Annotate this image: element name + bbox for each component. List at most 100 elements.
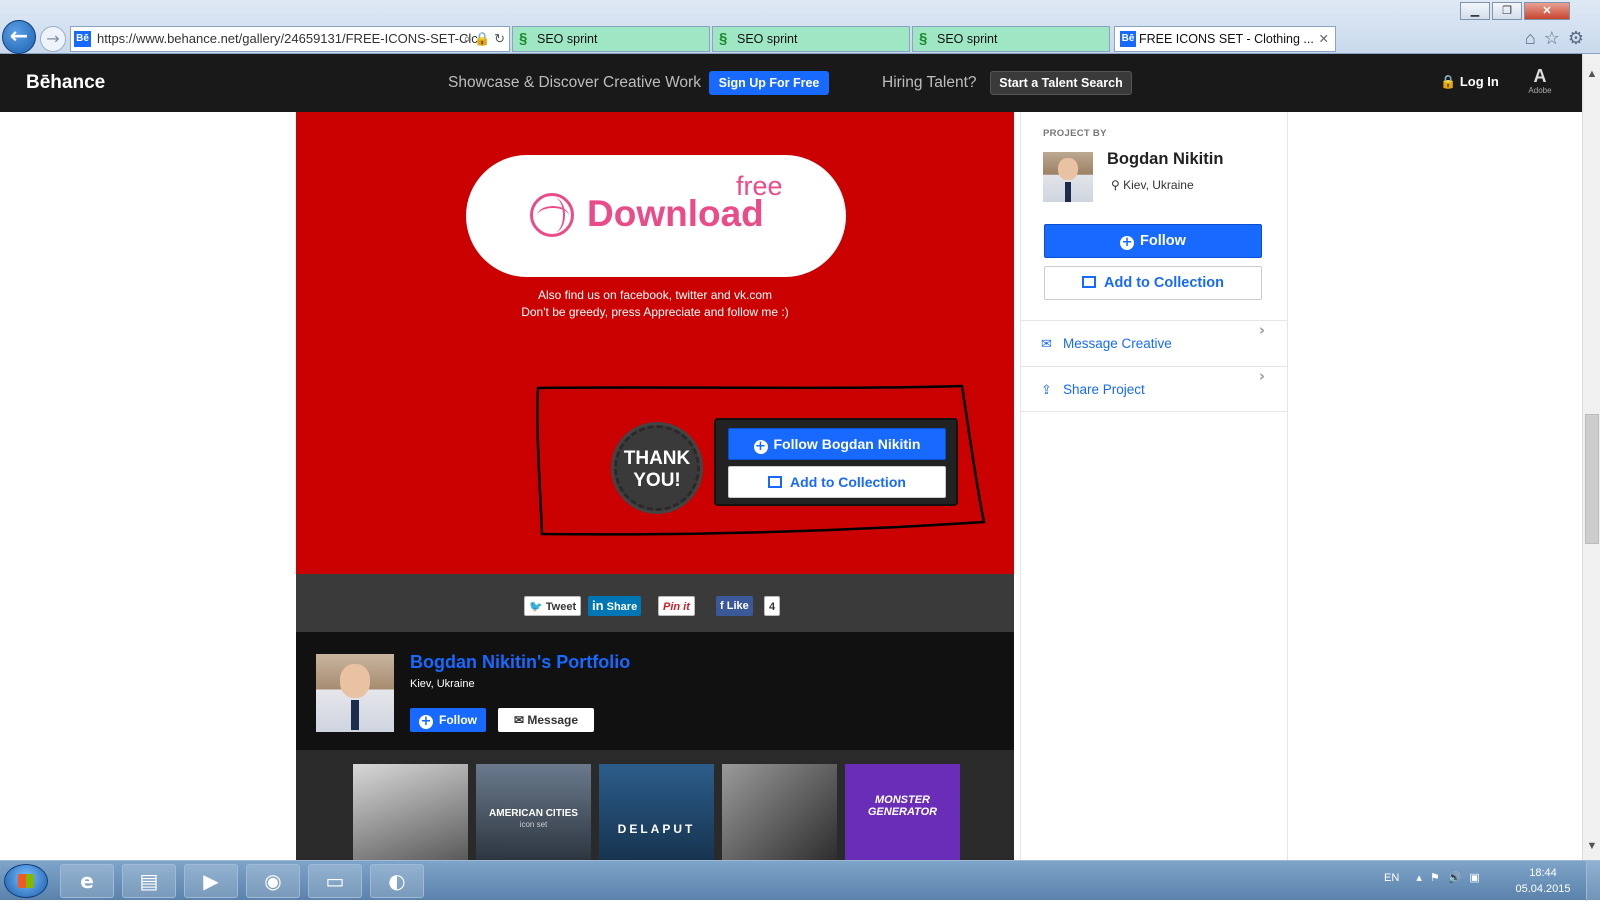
project-thumbnail[interactable]: AMERICAN CITIES icon set <box>476 764 591 860</box>
owner-avatar-small[interactable] <box>1043 152 1093 202</box>
maximize-button[interactable]: ❐ <box>1492 2 1522 20</box>
tab-label: FREE ICONS SET - Clothing ... <box>1139 32 1314 46</box>
like-label: Like <box>726 600 749 612</box>
dribbble-ball-icon <box>530 193 574 237</box>
portfolio-message-button[interactable]: ✉ Message <box>498 708 594 732</box>
tab-seo-sprint-1[interactable]: § SEO sprint <box>512 26 710 52</box>
collection-add-icon <box>768 476 783 488</box>
internet-explorer-icon[interactable]: e <box>60 864 114 898</box>
tab-seo-sprint-3[interactable]: § SEO sprint <box>912 26 1110 52</box>
page-scrollbar[interactable]: ▲ ▼ <box>1582 54 1600 860</box>
tab-seo-sprint-2[interactable]: § SEO sprint <box>712 26 910 52</box>
close-window-button[interactable]: ✕ <box>1524 2 1570 20</box>
clock-date: 05.04.2015 <box>1515 883 1571 895</box>
adobe-logo-icon: A <box>1533 66 1547 86</box>
tweet-label: Tweet <box>545 601 577 613</box>
lock-icon: 🔒 <box>1440 74 1457 89</box>
download-banner[interactable]: free Download <box>466 155 846 277</box>
language-indicator[interactable]: EN <box>1384 872 1399 884</box>
home-favorites-settings-icon[interactable]: ⌂☆⚙ <box>1525 28 1592 49</box>
chevron-right-icon: › <box>1258 367 1265 385</box>
notepad-icon[interactable]: ▭ <box>308 864 362 898</box>
seo-sprint-icon: § <box>719 30 728 47</box>
project-thumbnail[interactable] <box>353 764 468 860</box>
owner-avatar[interactable] <box>316 654 394 732</box>
sign-up-button[interactable]: Sign Up For Free <box>709 71 829 95</box>
clock[interactable]: 18:44 05.04.2015 <box>1508 865 1578 897</box>
sidebar-add-to-collection-button[interactable]: Add to Collection <box>1044 266 1262 300</box>
facebook-like-button[interactable]: f Like <box>716 596 753 616</box>
plus-icon: + <box>1120 235 1135 250</box>
thank-you-actions: + Follow Bogdan Nikitin Add to Collection <box>714 418 958 506</box>
clock-time: 18:44 <box>1529 867 1557 879</box>
hiring-talent-text: Hiring Talent? <box>882 74 977 91</box>
chrome-icon[interactable]: ◉ <box>246 864 300 898</box>
message-creative-link[interactable]: ✉ Message Creative › <box>1021 320 1287 366</box>
portfolio-name-link[interactable]: Bogdan Nikitin's Portfolio <box>410 652 630 673</box>
log-in-label: Log In <box>1459 74 1499 89</box>
pin-it-button[interactable]: Pin it <box>658 596 695 616</box>
sidebar-follow-label: Follow <box>1140 233 1186 249</box>
tray-icons[interactable]: ▴⚑🔊▣ <box>1416 872 1487 884</box>
chevron-right-icon: › <box>1258 321 1265 339</box>
portfolio-follow-button[interactable]: + Follow <box>410 708 486 732</box>
portfolio-location: Kiev, Ukraine <box>410 678 475 690</box>
tab-label: SEO sprint <box>737 32 798 46</box>
owner-name-link[interactable]: Bogdan Nikitin <box>1107 150 1223 169</box>
linkedin-icon: in <box>592 598 604 613</box>
tweet-button[interactable]: 🐦 Tweet <box>524 596 582 616</box>
message-creative-label: Message Creative <box>1063 336 1172 351</box>
scroll-thumb[interactable] <box>1585 414 1599 544</box>
thumbnail-label: AMERICAN CITIES <box>489 808 578 819</box>
seo-sprint-icon: § <box>919 30 928 47</box>
project-sidebar: PROJECT BY Bogdan Nikitin ⚲ Kiev, Ukrain… <box>1020 112 1288 860</box>
share-icon: ⇪ <box>1041 382 1052 397</box>
envelope-icon: ✉ <box>513 713 524 727</box>
thank-you-line1: THANK <box>623 448 691 469</box>
tab-free-icons-set[interactable]: Bē FREE ICONS SET - Clothing ... ✕ <box>1114 26 1336 52</box>
back-arrow-icon[interactable]: ← <box>2 20 36 54</box>
follow-owner-label: Follow Bogdan Nikitin <box>773 436 921 452</box>
browser-chrome: ← → Bē https://www.behance.net/gallery/2… <box>0 0 1600 54</box>
linkedin-share-button[interactable]: in Share <box>588 596 642 616</box>
project-thumbnail[interactable] <box>722 764 837 860</box>
log-in-link[interactable]: 🔒 Log In <box>1440 74 1499 90</box>
media-player-icon[interactable]: ▶ <box>184 864 238 898</box>
window-controls: ▁ ❐ ✕ <box>1460 2 1570 20</box>
thumbnail-label: DELAPUT <box>617 822 696 836</box>
location-pin-icon: ⚲ <box>1111 178 1120 192</box>
facebook-icon: f <box>720 600 724 612</box>
tab-label: SEO sprint <box>937 32 998 46</box>
envelope-icon: ✉ <box>1041 336 1052 351</box>
forward-arrow-icon[interactable]: → <box>40 26 66 52</box>
behance-favicon-icon: Bē <box>74 31 91 47</box>
share-project-label: Share Project <box>1063 382 1145 397</box>
behance-favicon-icon: Bē <box>1120 31 1136 47</box>
project-thumbnail[interactable]: DELAPUT <box>599 764 714 860</box>
scroll-down-arrow-icon[interactable]: ▼ <box>1583 840 1600 852</box>
talent-search-button[interactable]: Start a Talent Search <box>990 71 1132 95</box>
share-bar: 🐦 Tweet in Share Pin it f Like 4 <box>296 574 1014 632</box>
add-to-collection-button[interactable]: Add to Collection <box>728 466 946 498</box>
close-tab-icon[interactable]: ✕ <box>1319 27 1329 51</box>
scroll-up-arrow-icon[interactable]: ▲ <box>1583 68 1600 80</box>
more-projects: AMERICAN CITIES icon set DELAPUT MONSTER… <box>296 750 1014 860</box>
file-explorer-icon[interactable]: ▤ <box>122 864 176 898</box>
thumbnail-label: MONSTER GENERATOR <box>867 794 938 818</box>
project-note-line2: Don't be greedy, press Appreciate and fo… <box>521 305 789 319</box>
minimize-button[interactable]: ▁ <box>1460 2 1490 20</box>
sidebar-follow-button[interactable]: + Follow <box>1044 224 1262 258</box>
pin-it-label: Pin it <box>663 601 690 613</box>
behance-logo[interactable]: Bēhance <box>26 72 105 94</box>
firefox-icon[interactable]: ◐ <box>370 864 424 898</box>
project-thumbnail[interactable]: MONSTER GENERATOR <box>845 764 960 860</box>
follow-owner-button[interactable]: + Follow Bogdan Nikitin <box>728 428 946 460</box>
address-tools-icon[interactable]: ⌕ 🔒 ↻ <box>463 27 505 51</box>
address-bar[interactable]: Bē https://www.behance.net/gallery/24659… <box>70 26 510 52</box>
adobe-link[interactable]: A Adobe <box>1520 66 1560 95</box>
show-desktop-button[interactable] <box>1586 861 1600 901</box>
share-project-link[interactable]: ⇪ Share Project › <box>1021 366 1287 412</box>
add-collection-label: Add to Collection <box>790 474 906 490</box>
start-button[interactable] <box>4 864 48 898</box>
address-url: https://www.behance.net/gallery/24659131… <box>97 31 478 46</box>
